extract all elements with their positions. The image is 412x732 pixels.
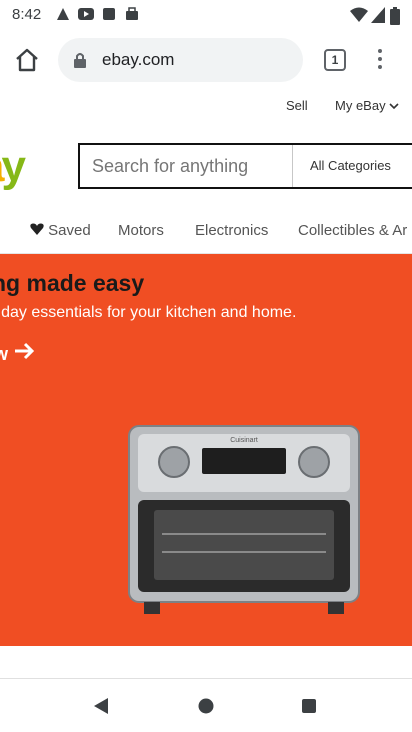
air-fryer-oven-image: Cuisinart (128, 425, 360, 614)
my-ebay-link[interactable]: My eBay (335, 98, 399, 113)
recents-icon[interactable] (301, 698, 317, 714)
back-icon[interactable] (92, 697, 110, 715)
bag-icon (126, 7, 138, 20)
youtube-icon (78, 8, 94, 20)
system-nav-bar (0, 678, 412, 732)
status-bar: 8:42 (0, 0, 412, 32)
banner-cta-label: w (0, 344, 9, 364)
battery-icon (390, 7, 400, 25)
ebay-logo[interactable]: b ay (0, 142, 26, 192)
chevron-down-icon (389, 103, 399, 110)
arrow-right-icon (15, 342, 35, 360)
my-ebay-label: My eBay (335, 98, 386, 113)
alert-icon (57, 8, 69, 20)
url-text: ebay.com (102, 50, 175, 69)
browser-toolbar: ebay.com 1 (0, 32, 412, 88)
category-divider (292, 145, 293, 187)
home-circle-icon[interactable] (198, 698, 214, 714)
signal-icon (371, 7, 385, 23)
promo-banner[interactable]: ng made easy liday essentials for your k… (0, 254, 412, 646)
category-nav: Saved Motors Electronics Collectibles & … (0, 214, 412, 254)
photos-icon (103, 8, 115, 20)
sell-link[interactable]: Sell (286, 98, 308, 113)
nav-motors[interactable]: Motors (118, 222, 164, 239)
nav-electronics[interactable]: Electronics (195, 222, 268, 239)
search-input[interactable] (90, 155, 290, 178)
banner-subtitle: liday essentials for your kitchen and ho… (0, 304, 297, 321)
oven-brand-text: Cuisinart (230, 437, 258, 444)
heart-icon (30, 223, 44, 235)
menu-icon[interactable] (375, 46, 385, 74)
home-icon[interactable] (13, 46, 41, 74)
status-time: 8:42 (12, 6, 42, 23)
banner-cta[interactable]: w (0, 342, 35, 365)
nav-saved[interactable]: Saved (30, 222, 91, 239)
category-select[interactable]: All Categories (310, 158, 391, 173)
wifi-icon (350, 7, 368, 22)
logo-letter-y: y (1, 142, 26, 191)
web-page: Sell My eBay b ay All Categories Saved M… (0, 88, 412, 678)
tab-switcher-button[interactable]: 1 (324, 49, 346, 71)
search-box: All Categories (78, 143, 412, 189)
lock-icon (74, 53, 86, 68)
banner-title: ng made easy (0, 270, 145, 296)
nav-collectibles[interactable]: Collectibles & Ar (298, 222, 407, 239)
nav-saved-label: Saved (48, 222, 91, 239)
address-bar[interactable]: ebay.com (58, 38, 303, 82)
